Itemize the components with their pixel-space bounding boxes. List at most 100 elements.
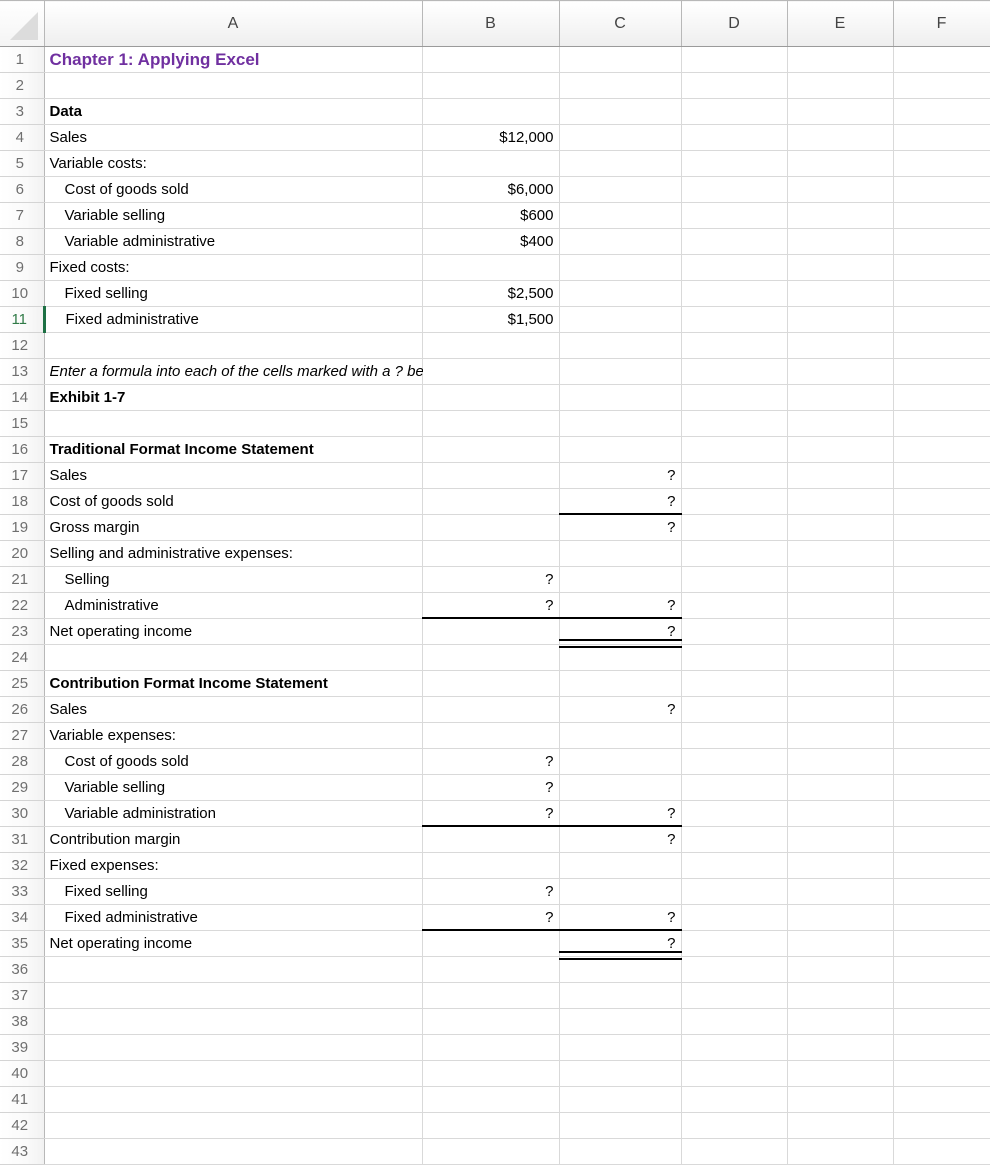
row-header-13[interactable]: 13 — [0, 358, 45, 385]
cell-C26[interactable]: ? — [559, 696, 682, 723]
table-row[interactable]: 35 Net operating income? — [0, 930, 990, 960]
cell-B10[interactable]: $2,500 — [422, 280, 560, 307]
row-header-20[interactable]: 20 — [0, 540, 45, 567]
cell-D13[interactable] — [681, 358, 788, 385]
cell-C37[interactable] — [559, 982, 682, 1009]
cell-C10[interactable] — [559, 280, 682, 307]
cell-A26[interactable]: Sales — [44, 696, 423, 723]
cell-E4[interactable] — [787, 124, 894, 151]
cell-C43[interactable] — [559, 1138, 682, 1165]
cell-D40[interactable] — [681, 1060, 788, 1087]
cell-B43[interactable] — [422, 1138, 560, 1165]
table-row[interactable]: 5 Variable costs: — [0, 150, 990, 177]
row-header-35[interactable]: 35 — [0, 930, 45, 957]
cell-A40[interactable] — [44, 1060, 423, 1087]
cell-B5[interactable] — [422, 150, 560, 177]
cell-B7[interactable]: $600 — [422, 202, 560, 229]
cell-F41[interactable] — [893, 1086, 990, 1113]
cell-E17[interactable] — [787, 462, 894, 489]
cell-A19[interactable]: Gross margin — [44, 514, 423, 541]
cell-C6[interactable] — [559, 176, 682, 203]
table-row[interactable]: 32 Fixed expenses: — [0, 852, 990, 879]
cell-B39[interactable] — [422, 1034, 560, 1061]
row-header-19[interactable]: 19 — [0, 514, 45, 541]
cell-D39[interactable] — [681, 1034, 788, 1061]
cell-C40[interactable] — [559, 1060, 682, 1087]
cell-E23[interactable] — [787, 618, 894, 645]
cell-B6[interactable]: $6,000 — [422, 176, 560, 203]
cell-E24[interactable] — [787, 644, 894, 671]
cell-F27[interactable] — [893, 722, 990, 749]
cell-F17[interactable] — [893, 462, 990, 489]
cell-E21[interactable] — [787, 566, 894, 593]
cell-F7[interactable] — [893, 202, 990, 229]
table-row[interactable]: 20 Selling and administrative expenses: — [0, 540, 990, 567]
cell-E6[interactable] — [787, 176, 894, 203]
cell-D4[interactable] — [681, 124, 788, 151]
worksheet-grid[interactable]: A B C D E F 1 Chapter 1: Applying Excel 2 3… — [0, 0, 990, 1165]
cell-C29[interactable] — [559, 774, 682, 801]
cell-D17[interactable] — [681, 462, 788, 489]
cell-B27[interactable] — [422, 722, 560, 749]
row-header-42[interactable]: 42 — [0, 1112, 45, 1139]
row-header-40[interactable]: 40 — [0, 1060, 45, 1087]
cell-B35[interactable] — [422, 930, 560, 957]
table-row[interactable]: 11 Fixed administrative $1,500 — [0, 306, 990, 333]
row-header-10[interactable]: 10 — [0, 280, 45, 307]
cell-F38[interactable] — [893, 1008, 990, 1035]
table-row[interactable]: 7 Variable selling $600 — [0, 202, 990, 229]
cell-D7[interactable] — [681, 202, 788, 229]
cell-C41[interactable] — [559, 1086, 682, 1113]
cell-C24[interactable] — [559, 644, 682, 671]
row-header-16[interactable]: 16 — [0, 436, 45, 463]
cell-A41[interactable] — [44, 1086, 423, 1113]
cell-C20[interactable] — [559, 540, 682, 567]
cell-F29[interactable] — [893, 774, 990, 801]
cell-A39[interactable] — [44, 1034, 423, 1061]
cell-A38[interactable] — [44, 1008, 423, 1035]
cell-D3[interactable] — [681, 98, 788, 125]
cell-A14[interactable]: Exhibit 1-7 — [44, 384, 423, 411]
cell-A23[interactable]: Net operating income — [44, 618, 423, 645]
column-header-C[interactable]: C — [559, 0, 682, 47]
cell-E36[interactable] — [787, 956, 894, 983]
table-row[interactable]: 31 Contribution margin? — [0, 826, 990, 853]
column-header-B[interactable]: B — [422, 0, 560, 47]
table-row[interactable]: 13 Enter a formula into each of the cells… — [0, 358, 990, 385]
cell-D20[interactable] — [681, 540, 788, 567]
cell-B31[interactable] — [422, 826, 560, 853]
cell-E12[interactable] — [787, 332, 894, 359]
cell-E35[interactable] — [787, 930, 894, 957]
cell-C4[interactable] — [559, 124, 682, 151]
cell-C1[interactable] — [559, 46, 682, 73]
cell-A15[interactable] — [44, 410, 423, 437]
cell-D21[interactable] — [681, 566, 788, 593]
cell-E29[interactable] — [787, 774, 894, 801]
cell-D12[interactable] — [681, 332, 788, 359]
cell-B26[interactable] — [422, 696, 560, 723]
cell-D28[interactable] — [681, 748, 788, 775]
cell-C38[interactable] — [559, 1008, 682, 1035]
row-header-38[interactable]: 38 — [0, 1008, 45, 1035]
cell-A17[interactable]: Sales — [44, 462, 423, 489]
table-row[interactable]: 9 Fixed costs: — [0, 254, 990, 281]
cell-F13[interactable] — [893, 358, 990, 385]
cell-E1[interactable] — [787, 46, 894, 73]
cell-B40[interactable] — [422, 1060, 560, 1087]
table-row[interactable]: 17 Sales? — [0, 462, 990, 489]
cell-A36[interactable] — [44, 956, 423, 983]
cell-F14[interactable] — [893, 384, 990, 411]
cell-C19[interactable]: ? — [559, 514, 682, 541]
cell-F26[interactable] — [893, 696, 990, 723]
cell-F39[interactable] — [893, 1034, 990, 1061]
cell-F25[interactable] — [893, 670, 990, 697]
cell-D30[interactable] — [681, 800, 788, 827]
worksheet-rows[interactable]: 1 Chapter 1: Applying Excel 2 3 Data 4 Sales $1… — [0, 46, 990, 1165]
table-row[interactable]: 21 Selling? — [0, 566, 990, 593]
table-row[interactable]: 6 Cost of goods sold $6,000 — [0, 176, 990, 203]
row-header-12[interactable]: 12 — [0, 332, 45, 359]
table-row[interactable]: 27 Variable expenses: — [0, 722, 990, 749]
cell-A3[interactable]: Data — [44, 98, 423, 125]
cell-B22[interactable]: ? — [421, 592, 560, 619]
column-header-A[interactable]: A — [44, 0, 423, 47]
